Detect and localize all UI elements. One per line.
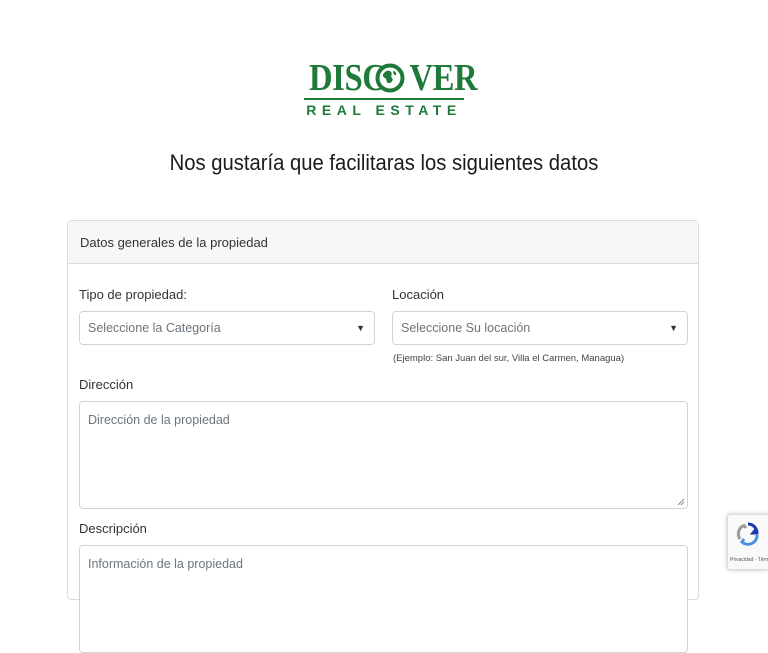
tipo-label: Tipo de propiedad: — [79, 287, 187, 302]
caret-down-icon: ▼ — [669, 323, 678, 333]
recaptcha-text[interactable]: Privacidad - Términos — [730, 557, 768, 563]
recaptcha-icon — [736, 522, 759, 546]
locacion-label: Locación — [392, 287, 445, 302]
globe-icon — [375, 63, 405, 93]
recaptcha-badge[interactable]: Privacidad - Términos — [727, 514, 768, 570]
card-header: Datos generales de la propiedad — [68, 221, 698, 264]
locacion-selected: Seleccione Su locación — [401, 321, 531, 335]
property-form-card: Datos generales de la propiedad Tipo de … — [67, 220, 699, 653]
page-heading: Nos gustaría que facilitaras los siguien… — [169, 150, 599, 175]
descripcion-label: Descripción — [79, 521, 147, 536]
direccion-label: Dirección — [79, 377, 134, 392]
locacion-hint: (Ejemplo: San Juan del sur, Villa el Car… — [393, 353, 625, 364]
logo-divider — [304, 98, 464, 100]
locacion-select[interactable]: Seleccione Su locación ▼ — [392, 311, 688, 345]
direccion-placeholder: Dirección de la propiedad — [88, 413, 230, 427]
caret-down-icon: ▼ — [356, 323, 365, 333]
discover-logo: DISC VER REAL ESTATE — [304, 57, 478, 120]
descripcion-textarea[interactable]: Información de la propiedad — [79, 545, 688, 653]
tipo-select[interactable]: Seleccione la Categoría ▼ — [79, 311, 375, 345]
logo-word-left: DISC — [309, 57, 386, 99]
descripcion-placeholder: Información de la propiedad — [88, 557, 243, 571]
logo-word-right: VER — [409, 57, 478, 99]
logo-subtitle: REAL ESTATE — [306, 102, 462, 118]
resize-handle-icon[interactable] — [677, 498, 685, 506]
direccion-textarea[interactable]: Dirección de la propiedad — [79, 401, 688, 509]
tipo-selected: Seleccione la Categoría — [88, 321, 221, 335]
